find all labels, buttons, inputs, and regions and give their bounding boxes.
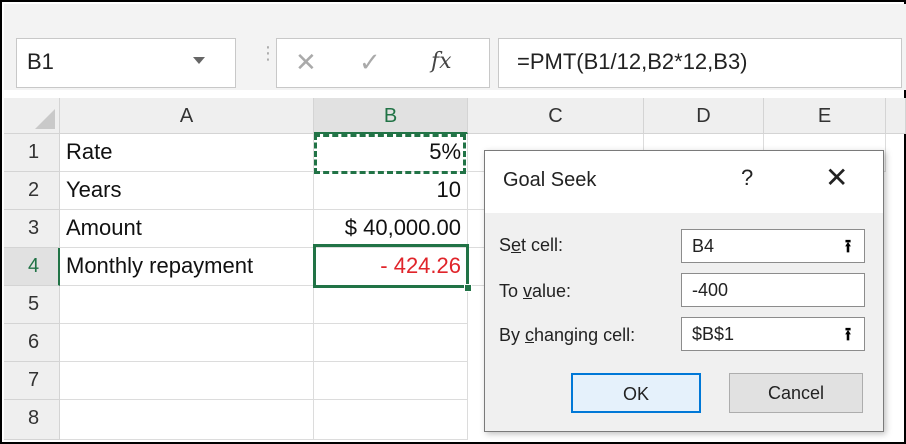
to-value-label: To value: (499, 281, 572, 301)
name-box[interactable]: B1 (16, 38, 236, 88)
chevron-down-icon[interactable] (193, 57, 205, 64)
cell-a2[interactable]: Years (60, 172, 314, 210)
formula-buttons: ✕ ✓ fx (276, 38, 490, 88)
column-header-d[interactable]: D (644, 98, 764, 134)
column-header-c[interactable]: C (468, 98, 644, 134)
dialog-title: Goal Seek (503, 169, 597, 191)
row-header-1[interactable]: 1 (4, 134, 60, 172)
set-cell-input[interactable]: B4 ⭱ (681, 229, 865, 263)
cell-a5[interactable] (60, 286, 314, 324)
row-header-8[interactable]: 8 (4, 400, 60, 440)
cell-b8[interactable] (314, 400, 468, 440)
column-header-e[interactable]: E (764, 98, 886, 134)
copy-marquee (314, 134, 466, 174)
select-all-button[interactable] (4, 98, 60, 134)
row-header-3[interactable]: 3 (4, 210, 60, 248)
cell-a6[interactable] (60, 324, 314, 362)
insert-function-icon[interactable]: fx (431, 49, 452, 74)
cell-b7[interactable] (314, 362, 468, 400)
cell-b5[interactable] (314, 286, 468, 324)
ok-button[interactable]: OK (571, 373, 701, 413)
row-header-7[interactable]: 7 (4, 362, 60, 400)
cell-b3[interactable]: $ 40,000.00 (314, 210, 468, 248)
to-value-value: -400 (692, 280, 729, 300)
by-changing-cell-input[interactable]: $B$1 ⭱ (681, 317, 865, 351)
grip-icon[interactable]: ⋮ (259, 44, 277, 62)
column-header-a[interactable]: A (60, 98, 314, 134)
set-cell-label: Set cell: (499, 235, 564, 255)
set-cell-value: B4 (692, 236, 715, 256)
cell-a4[interactable]: Monthly repayment (60, 248, 314, 286)
row-header-5[interactable]: 5 (4, 286, 60, 324)
cell-b6[interactable] (314, 324, 468, 362)
cancel-button[interactable]: Cancel (729, 373, 863, 413)
cancel-formula-icon[interactable]: ✕ (295, 47, 317, 78)
row-header-6[interactable]: 6 (4, 324, 60, 362)
range-picker-icon[interactable]: ⭱ (834, 320, 862, 348)
column-header-f[interactable] (886, 98, 906, 134)
to-value-input[interactable]: -400 (681, 273, 865, 307)
active-cell-border (313, 244, 469, 288)
cell-a3[interactable]: Amount (60, 210, 314, 248)
range-picker-icon[interactable]: ⭱ (834, 232, 862, 260)
goal-seek-dialog: Goal Seek ? ✕ Set cell: B4 ⭱ To value: -… (484, 150, 884, 432)
fill-handle[interactable] (464, 284, 472, 292)
excel-window: B1 ⋮ ✕ ✓ fx =PMT(B1/12,B2*12,B3) A B C D… (0, 0, 906, 444)
by-changing-cell-value: $B$1 (692, 324, 735, 344)
cell-a7[interactable] (60, 362, 314, 400)
formula-input[interactable]: =PMT(B1/12,B2*12,B3) (498, 38, 902, 88)
formula-text: =PMT(B1/12,B2*12,B3) (517, 49, 748, 74)
cell-b2[interactable]: 10 (314, 172, 468, 210)
formula-bar: B1 ⋮ ✕ ✓ fx =PMT(B1/12,B2*12,B3) (4, 4, 906, 90)
cell-a8[interactable] (60, 400, 314, 440)
cell-a1[interactable]: Rate (60, 134, 314, 172)
by-changing-cell-label: By changing cell: (499, 325, 636, 345)
dialog-titlebar[interactable]: Goal Seek ? ✕ (485, 151, 883, 213)
name-box-value: B1 (27, 49, 54, 74)
select-all-icon (35, 109, 55, 129)
row-header-4[interactable]: 4 (4, 248, 60, 286)
close-icon[interactable]: ✕ (825, 161, 848, 194)
help-button[interactable]: ? (741, 165, 753, 191)
column-header-b[interactable]: B (314, 98, 468, 134)
enter-formula-icon[interactable]: ✓ (359, 47, 381, 78)
row-header-2[interactable]: 2 (4, 172, 60, 210)
